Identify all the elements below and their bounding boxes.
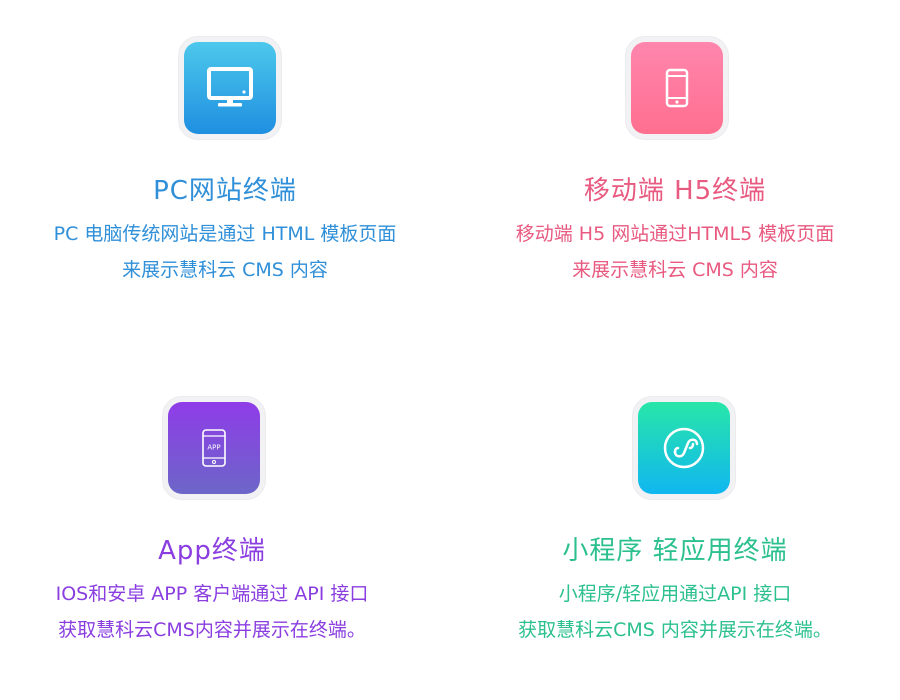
mini-program-icon-frame (632, 396, 736, 500)
mobile-h5-terminal-description: 移动端 H5 网站通过HTML5 模板页面 来展示慧科云 CMS 内容 (450, 216, 900, 288)
pc-desc-line-1: PC 电脑传统网站是通过 HTML 模板页面 (53, 223, 397, 245)
mini-program-icon (663, 427, 705, 469)
mini-program-icon-tile (638, 402, 730, 494)
app-icon-frame: APP (162, 396, 266, 500)
mini-program-terminal-description: 小程序/轻应用通过API 接口 获取慧科云CMS 内容并展示在终端。 (450, 576, 900, 648)
app-terminal-description: IOS和安卓 APP 客户端通过 API 接口 获取慧科云CMS内容并展示在终端… (0, 576, 424, 648)
mobile-desc-line-2: 来展示慧科云 CMS 内容 (572, 259, 778, 281)
mobile-h5-terminal-title: 移动端 H5终端 (583, 176, 767, 206)
mobile-icon-tile (631, 42, 723, 134)
pc-icon-tile (184, 42, 276, 134)
mini-program-terminal-title: 小程序 轻应用终端 (562, 536, 788, 566)
mobile-desc-line-1: 移动端 H5 网站通过HTML5 模板页面 (515, 223, 835, 245)
mini-program-desc-line-1: 小程序/轻应用通过API 接口 (558, 583, 792, 605)
pc-terminal-title: PC网站终端 (153, 176, 297, 206)
pc-icon-frame (178, 36, 282, 140)
terminal-features-page: PC网站终端 PC 电脑传统网站是通过 HTML 模板页面 来展示慧科云 CMS… (0, 0, 900, 700)
pc-terminal-description: PC 电脑传统网站是通过 HTML 模板页面 来展示慧科云 CMS 内容 (0, 216, 450, 288)
smartphone-icon (665, 68, 689, 108)
mini-program-desc-line-2: 获取慧科云CMS 内容并展示在终端。 (518, 619, 832, 641)
app-phone-icon: APP (202, 429, 226, 467)
pc-desc-line-2: 来展示慧科云 CMS 内容 (122, 259, 328, 281)
mobile-icon-frame (625, 36, 729, 140)
app-icon-tile: APP (168, 402, 260, 494)
app-desc-line-2: 获取慧科云CMS内容并展示在终端。 (58, 619, 366, 641)
app-terminal-title: App终端 (158, 536, 266, 566)
app-desc-line-1: IOS和安卓 APP 客户端通过 API 接口 (55, 583, 369, 605)
app-icon-label: APP (207, 444, 220, 452)
monitor-icon (207, 67, 253, 107)
